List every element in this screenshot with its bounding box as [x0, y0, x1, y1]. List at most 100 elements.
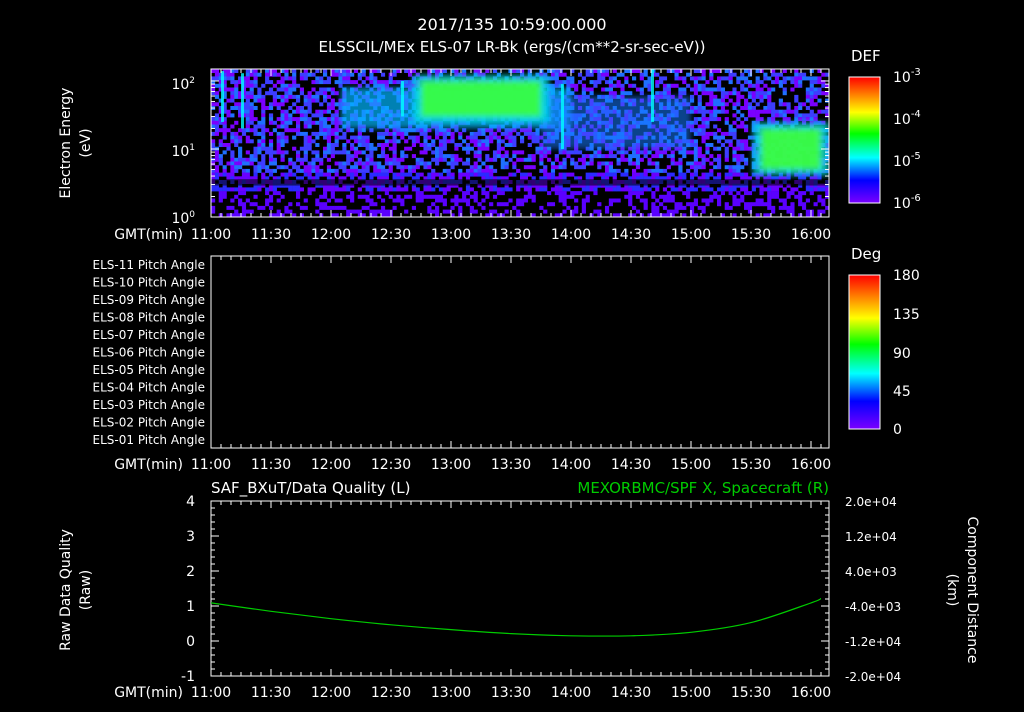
data-quality-tick-label: 3	[186, 529, 195, 545]
plot-title: ELSSCIL/MEx ELS-07 LR-Bk (ergs/(cm**2-sr…	[318, 38, 705, 56]
time-tick-label: 11:30	[251, 457, 291, 473]
time-tick-label: 16:00	[791, 685, 831, 701]
deg-tick-label: 90	[893, 346, 911, 362]
pitch-angle-row-label: ELS-11 Pitch Angle	[93, 258, 205, 272]
time-tick-label: 14:30	[611, 227, 651, 243]
energy-axis-unit: (eV)	[78, 128, 94, 157]
time-axis-label: GMT(min)	[114, 457, 183, 473]
time-tick-label: 11:00	[191, 457, 231, 473]
data-quality-tick-label: 0	[186, 634, 195, 650]
distance-axis-unit: (km)	[944, 574, 960, 607]
time-tick-label: 13:30	[491, 685, 531, 701]
time-tick-label: 13:30	[491, 227, 531, 243]
deg-colorbar	[848, 274, 881, 430]
def-tick-label: 10-5	[893, 151, 921, 170]
time-tick-label: 12:30	[371, 685, 411, 701]
line-plot-frame	[210, 500, 830, 677]
data-quality-axis-label: Raw Data Quality	[58, 529, 74, 651]
time-tick-label: 13:00	[431, 685, 471, 701]
pitch-angle-row-label: ELS-04 Pitch Angle	[93, 381, 205, 395]
pitch-angle-row-label: ELS-09 Pitch Angle	[93, 293, 205, 307]
time-tick-label: 11:30	[251, 227, 291, 243]
distance-tick-label: -2.0e+04	[845, 670, 901, 684]
time-tick-label: 15:30	[731, 457, 771, 473]
energy-tick-labels: 102 101 100	[171, 76, 195, 227]
distance-tick-label: 2.0e+04	[845, 495, 897, 509]
time-tick-label: 11:00	[191, 227, 231, 243]
time-tick-label: 14:30	[611, 685, 651, 701]
time-tick-label: 16:00	[791, 227, 831, 243]
pitch-angle-row-label: ELS-07 Pitch Angle	[93, 328, 205, 342]
data-quality-tick-label: -1	[181, 669, 195, 685]
def-colorbar-label: DEF	[851, 47, 881, 65]
spacecraft-x-line	[211, 598, 822, 637]
time-tick-label: 14:30	[611, 457, 651, 473]
pitch-angle-row-label: ELS-06 Pitch Angle	[93, 346, 205, 360]
time-tick-label: 12:00	[311, 227, 351, 243]
time-tick-labels: 11:00 11:30 12:00 12:30 13:00 13:30 14:00 14:30…	[191, 227, 831, 243]
energy-spectrogram-image	[211, 69, 829, 217]
deg-tick-label: 45	[893, 384, 911, 400]
def-colorbar-ticks: 10-3 10-4 10-5 10-6	[893, 67, 921, 212]
time-axis-label: GMT(min)	[114, 227, 183, 243]
distance-tick-labels: 2.0e+04 1.2e+04 4.0e+03 -4.0e+03 -1.2e+04 -2.…	[845, 495, 901, 684]
deg-tick-label: 0	[893, 422, 902, 438]
pitch-angle-frame	[210, 255, 830, 449]
deg-colorbar-ticks: 180 135 90 45 0	[893, 268, 920, 438]
time-tick-labels: 11:00 11:30 12:00 12:30 13:00 13:30 14:00 14:30…	[191, 685, 831, 701]
time-tick-label: 15:00	[671, 457, 711, 473]
time-tick-label: 15:00	[671, 227, 711, 243]
time-tick-label: 16:00	[791, 457, 831, 473]
data-quality-tick-labels: 4 3 2 1 0 -1	[181, 494, 195, 685]
pitch-angle-row-label: ELS-05 Pitch Angle	[93, 363, 205, 377]
energy-tick-label: 102	[171, 76, 195, 93]
deg-tick-label: 135	[893, 307, 920, 323]
data-quality-axis-unit: (Raw)	[78, 570, 94, 610]
time-tick-labels: 11:00 11:30 12:00 12:30 13:00 13:30 14:00 14:30…	[191, 457, 831, 473]
instrument-plot: 2017/135 10:59:00.000 ELSSCIL/MEx ELS-07…	[58, 15, 980, 701]
energy-spectrogram-panel: Electron Energy (eV) 102 101 100 DEF 10-…	[58, 47, 921, 243]
quality-distance-panel: SAF_BXuT/Data Quality (L) MEXORBMC/SPF X…	[58, 479, 980, 701]
time-tick-label: 14:00	[551, 685, 591, 701]
distance-tick-label: -4.0e+03	[845, 600, 901, 614]
def-tick-label: 10-6	[893, 193, 921, 212]
time-tick-label: 12:30	[371, 227, 411, 243]
time-tick-label: 13:00	[431, 227, 471, 243]
distance-tick-label: 4.0e+03	[845, 565, 897, 579]
time-tick-label: 14:00	[551, 227, 591, 243]
time-tick-label: 13:00	[431, 457, 471, 473]
pitch-angle-row-label: ELS-01 Pitch Angle	[93, 433, 205, 447]
spacecraft-x-title: MEXORBMC/SPF X, Spacecraft (R)	[577, 479, 829, 497]
data-quality-tick-label: 4	[186, 494, 195, 510]
time-axis-label: GMT(min)	[114, 685, 183, 701]
data-quality-tick-label: 1	[186, 599, 195, 615]
distance-tick-label: 1.2e+04	[845, 530, 897, 544]
pitch-angle-row-labels: ELS-11 Pitch Angle ELS-10 Pitch Angle ELS-…	[93, 258, 205, 447]
pitch-angle-row-label: ELS-08 Pitch Angle	[93, 311, 205, 325]
deg-colorbar-label: Deg	[851, 245, 881, 263]
pitch-angle-row-label: ELS-10 Pitch Angle	[93, 276, 205, 290]
time-tick-label: 11:00	[191, 685, 231, 701]
time-tick-label: 12:00	[311, 685, 351, 701]
time-tick-label: 12:00	[311, 457, 351, 473]
pitch-angle-panel: ELS-11 Pitch Angle ELS-10 Pitch Angle ELS-…	[93, 245, 920, 473]
plot-timestamp: 2017/135 10:59:00.000	[417, 15, 606, 34]
time-tick-label: 15:30	[731, 227, 771, 243]
time-tick-label: 15:00	[671, 685, 711, 701]
def-tick-label: 10-3	[893, 67, 921, 86]
def-colorbar	[848, 76, 881, 204]
data-quality-title: SAF_BXuT/Data Quality (L)	[211, 479, 411, 498]
pitch-angle-row-label: ELS-03 Pitch Angle	[93, 398, 205, 412]
time-tick-label: 14:00	[551, 457, 591, 473]
energy-tick-label: 100	[171, 210, 195, 227]
time-tick-label: 12:30	[371, 457, 411, 473]
time-tick-label: 13:30	[491, 457, 531, 473]
def-tick-label: 10-4	[893, 109, 921, 128]
distance-tick-label: -1.2e+04	[845, 635, 901, 649]
energy-axis-label: Electron Energy	[58, 88, 74, 199]
distance-axis-label: Component Distance	[964, 517, 980, 664]
data-quality-tick-label: 2	[186, 564, 195, 580]
time-tick-label: 15:30	[731, 685, 771, 701]
deg-tick-label: 180	[893, 268, 920, 284]
energy-tick-label: 101	[171, 143, 195, 160]
